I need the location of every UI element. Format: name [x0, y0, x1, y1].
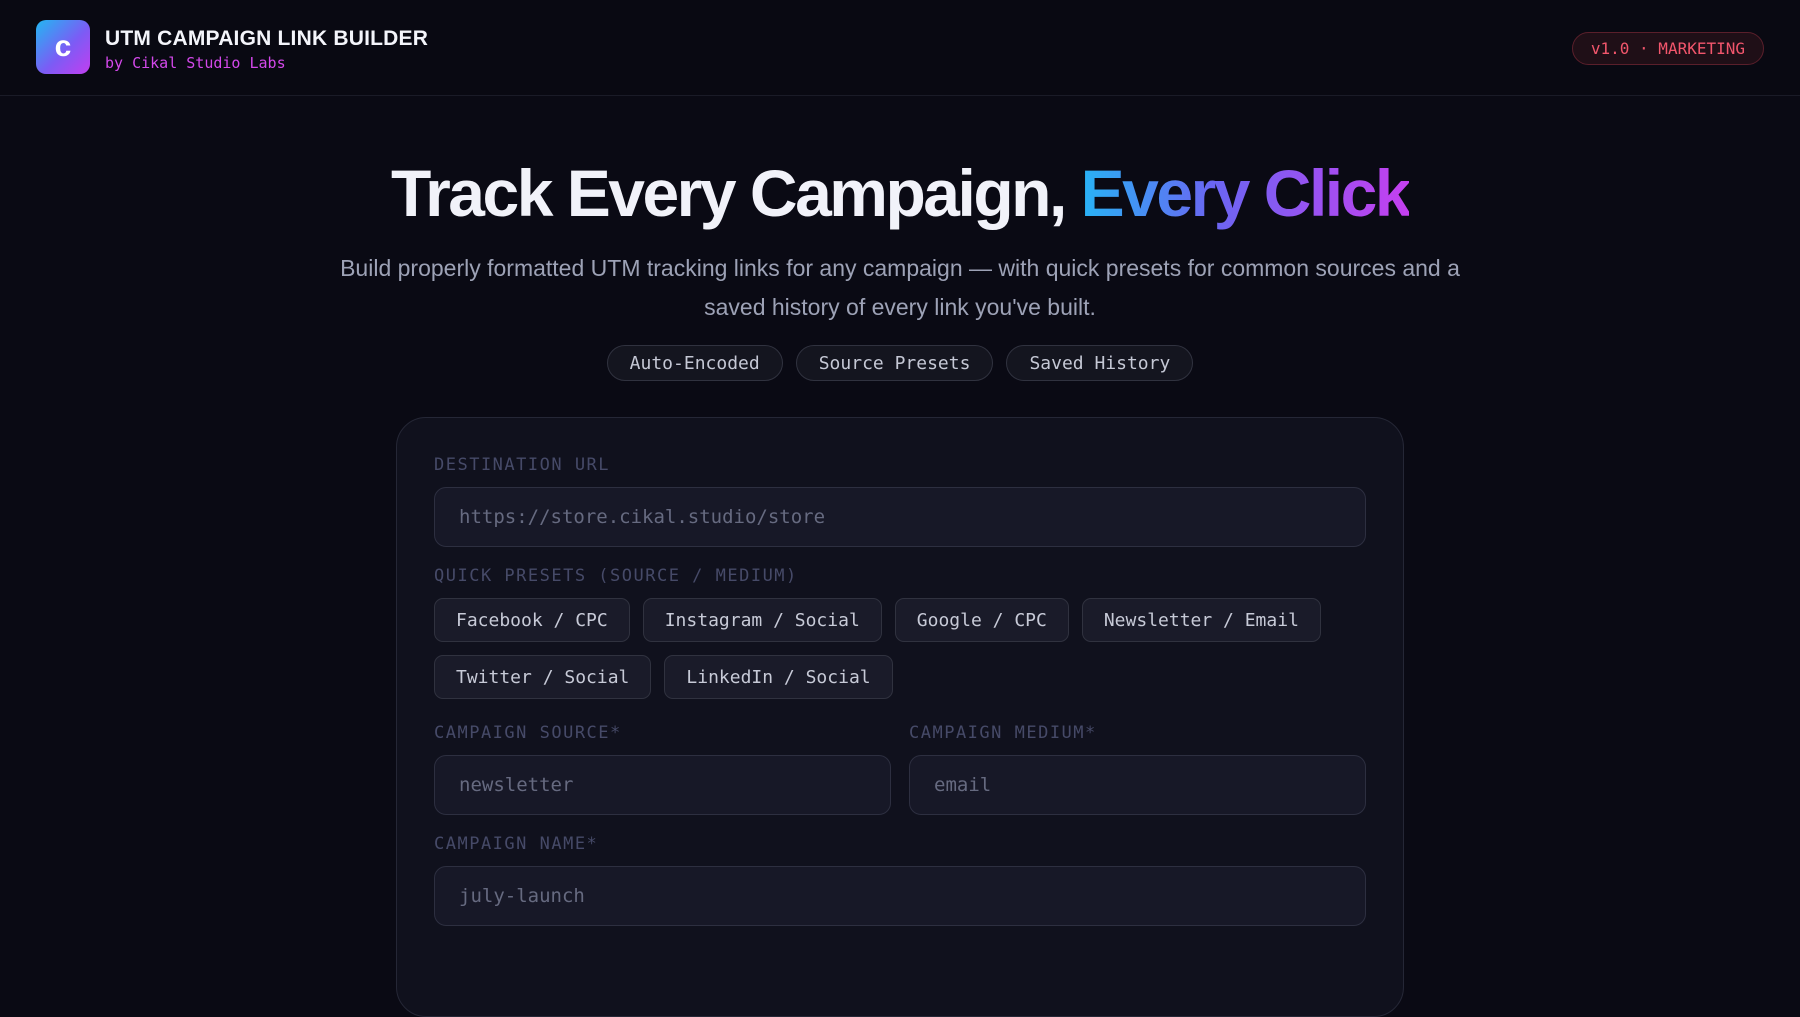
preset-twitter-social[interactable]: Twitter / Social: [434, 655, 652, 699]
destination-url-input[interactable]: [457, 505, 1343, 529]
version-badge: v1.0 · MARKETING: [1571, 32, 1764, 65]
campaign-medium-field[interactable]: [909, 755, 1366, 815]
destination-url-label: DESTINATION URL: [434, 455, 611, 475]
preset-instagram-social[interactable]: Instagram / Social: [642, 598, 882, 642]
utm-form-card: DESTINATION URL QUICK PRESETS (SOURCE / …: [396, 417, 1404, 1017]
top-bar: c UTM CAMPAIGN LINK BUILDER by Cikal Stu…: [0, 0, 1800, 96]
preset-facebook-cpc[interactable]: Facebook / CPC: [434, 598, 630, 642]
feature-pills: Auto-Encoded Source Presets Saved Histor…: [0, 345, 1800, 381]
campaign-source-label: CAMPAIGN SOURCE*: [434, 723, 622, 743]
feature-pill-saved-history: Saved History: [1006, 345, 1194, 381]
hero-description: Build properly formatted UTM tracking li…: [340, 255, 1460, 320]
campaign-medium-label: CAMPAIGN MEDIUM*: [909, 723, 1097, 743]
campaign-source-input[interactable]: [457, 773, 868, 797]
campaign-name-field[interactable]: [434, 866, 1366, 926]
app-subtitle: by Cikal Studio Labs: [105, 54, 286, 72]
hero-heading: Track Every Campaign, Every Click: [0, 160, 1800, 226]
quick-presets-label: QUICK PRESETS (SOURCE / MEDIUM): [434, 566, 798, 586]
preset-linkedin-social[interactable]: LinkedIn / Social: [664, 655, 893, 699]
app-logo[interactable]: c: [36, 20, 90, 74]
feature-pill-auto-encoded: Auto-Encoded: [606, 345, 783, 381]
app-title: UTM CAMPAIGN LINK BUILDER: [105, 27, 429, 50]
destination-url-field[interactable]: [434, 487, 1366, 547]
preset-google-cpc[interactable]: Google / CPC: [894, 598, 1069, 642]
campaign-source-field[interactable]: [434, 755, 891, 815]
hero-heading-accent: Every Click: [1080, 156, 1412, 230]
preset-newsletter-email[interactable]: Newsletter / Email: [1081, 598, 1321, 642]
hero-heading-plain: Track Every Campaign,: [390, 156, 1081, 230]
feature-pill-source-presets: Source Presets: [795, 345, 994, 381]
campaign-name-input[interactable]: [457, 884, 1343, 908]
campaign-name-label: CAMPAIGN NAME*: [434, 834, 599, 854]
campaign-medium-input[interactable]: [932, 773, 1343, 797]
logo-letter: c: [54, 30, 72, 63]
preset-chip-list: Facebook / CPC Instagram / Social Google…: [434, 598, 1394, 699]
